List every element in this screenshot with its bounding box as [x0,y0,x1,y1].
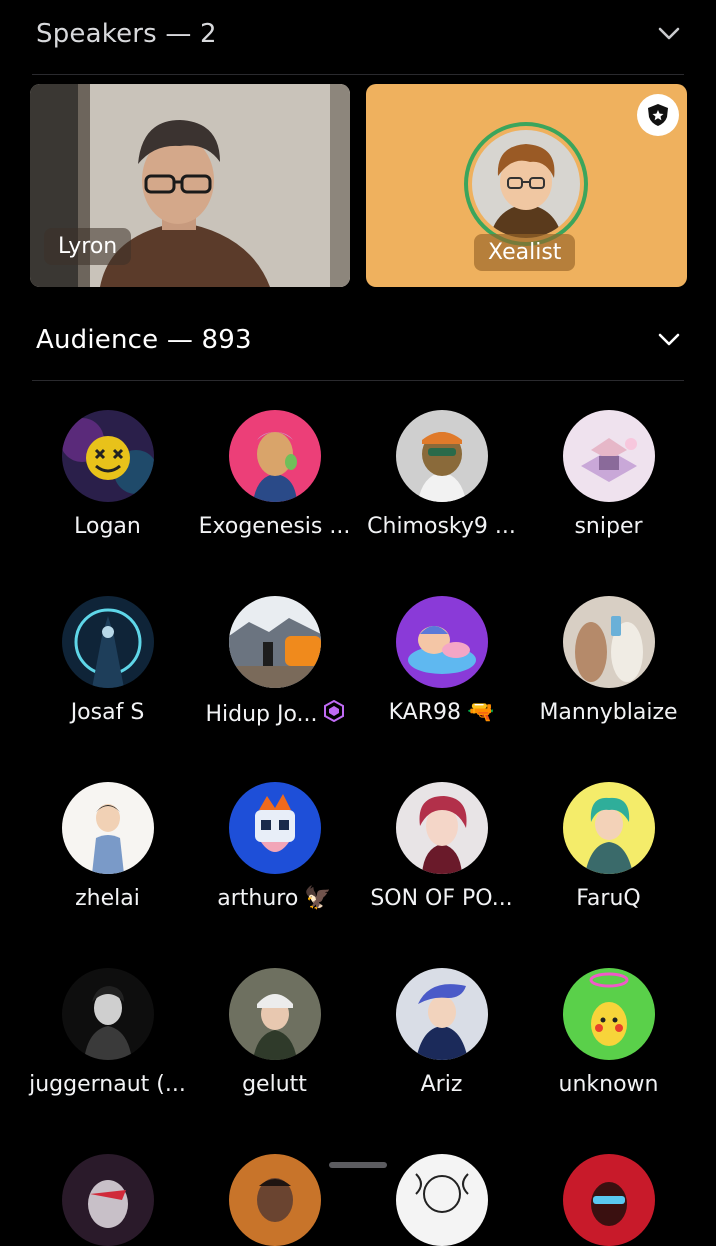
audience-member[interactable]: FaruQ [525,782,692,911]
audience-member[interactable]: arthuro 🦅 [191,782,358,911]
avatar [562,782,655,874]
speakers-section-header[interactable]: Speakers — 2 [36,14,680,54]
avatar [228,410,321,502]
audience-member[interactable]: sniper [525,410,692,539]
avatar [395,1154,488,1246]
audience-name: Chimosky9 ... [367,514,516,539]
avatar [562,968,655,1060]
avatar [395,410,488,502]
audience-name: FaruQ [576,886,641,911]
speaking-ring [464,122,588,246]
avatar [228,596,321,688]
avatar [562,596,655,688]
eagle-icon: 🦅 [304,886,332,911]
audience-name: arthuro 🦅 [217,886,332,911]
avatar [61,410,154,502]
audience-name: zhelai [75,886,140,911]
audience-member[interactable]: Logan [24,410,191,539]
scroll-grab-handle[interactable] [329,1162,387,1168]
audience-member[interactable]: Mannyblaize [525,596,692,725]
audience-member[interactable]: juggernaut (... [24,968,191,1097]
avatar [472,130,580,238]
nitro-gem-icon [323,699,344,728]
audience-member[interactable]: Chimosky9 ... [358,410,525,539]
audience-member[interactable]: SON OF PO... [358,782,525,911]
speaker-tile-lyron[interactable]: Lyron [30,84,350,287]
audience-member[interactable] [24,1154,191,1246]
audience-name: SON OF PO... [370,886,513,911]
audience-name: Logan [74,514,141,539]
audience-member[interactable]: gelutt [191,968,358,1097]
avatar [395,782,488,874]
audience-name: sniper [574,514,643,539]
audience-name: juggernaut (... [29,1072,186,1097]
audience-name: gelutt [242,1072,307,1097]
audience-section-header[interactable]: Audience — 893 [36,320,680,360]
audience-member[interactable]: Josaf S [24,596,191,725]
audience-name: KAR98 🔫 [388,700,495,725]
avatar [61,968,154,1060]
audience-member[interactable]: zhelai [24,782,191,911]
avatar [61,782,154,874]
audience-name: Josaf S [70,700,145,725]
avatar [395,968,488,1060]
avatar [228,1154,321,1246]
speaker-name-label: Xealist [474,234,576,271]
chevron-down-icon[interactable] [658,23,680,45]
audience-name: Exogenesis ... [198,514,351,539]
audience-name: Hidup Jo... [205,699,344,728]
avatar [562,410,655,502]
moderator-badge-icon [637,94,679,136]
divider [32,380,684,381]
audience-name: Ariz [420,1072,463,1097]
speaker-tile-xealist[interactable]: Xealist [366,84,687,287]
audience-member[interactable]: unknown [525,968,692,1097]
audience-member[interactable]: Hidup Jo... [191,596,358,728]
water-gun-icon: 🔫 [466,700,495,725]
avatar [228,968,321,1060]
divider [32,74,684,75]
avatar [228,782,321,874]
speakers-header-label: Speakers — 2 [36,19,217,49]
audience-name: Mannyblaize [539,700,678,725]
avatar [61,596,154,688]
chevron-down-icon[interactable] [658,329,680,351]
audience-member[interactable]: Ariz [358,968,525,1097]
audience-name: unknown [558,1072,659,1097]
avatar [562,1154,655,1246]
avatar [395,596,488,688]
avatar [61,1154,154,1246]
audience-member[interactable]: KAR98 🔫 [358,596,525,725]
audience-member[interactable] [525,1154,692,1246]
speaker-name-label: Lyron [44,228,132,265]
audience-header-label: Audience — 893 [36,325,252,355]
audience-member[interactable]: Exogenesis ... [191,410,358,539]
